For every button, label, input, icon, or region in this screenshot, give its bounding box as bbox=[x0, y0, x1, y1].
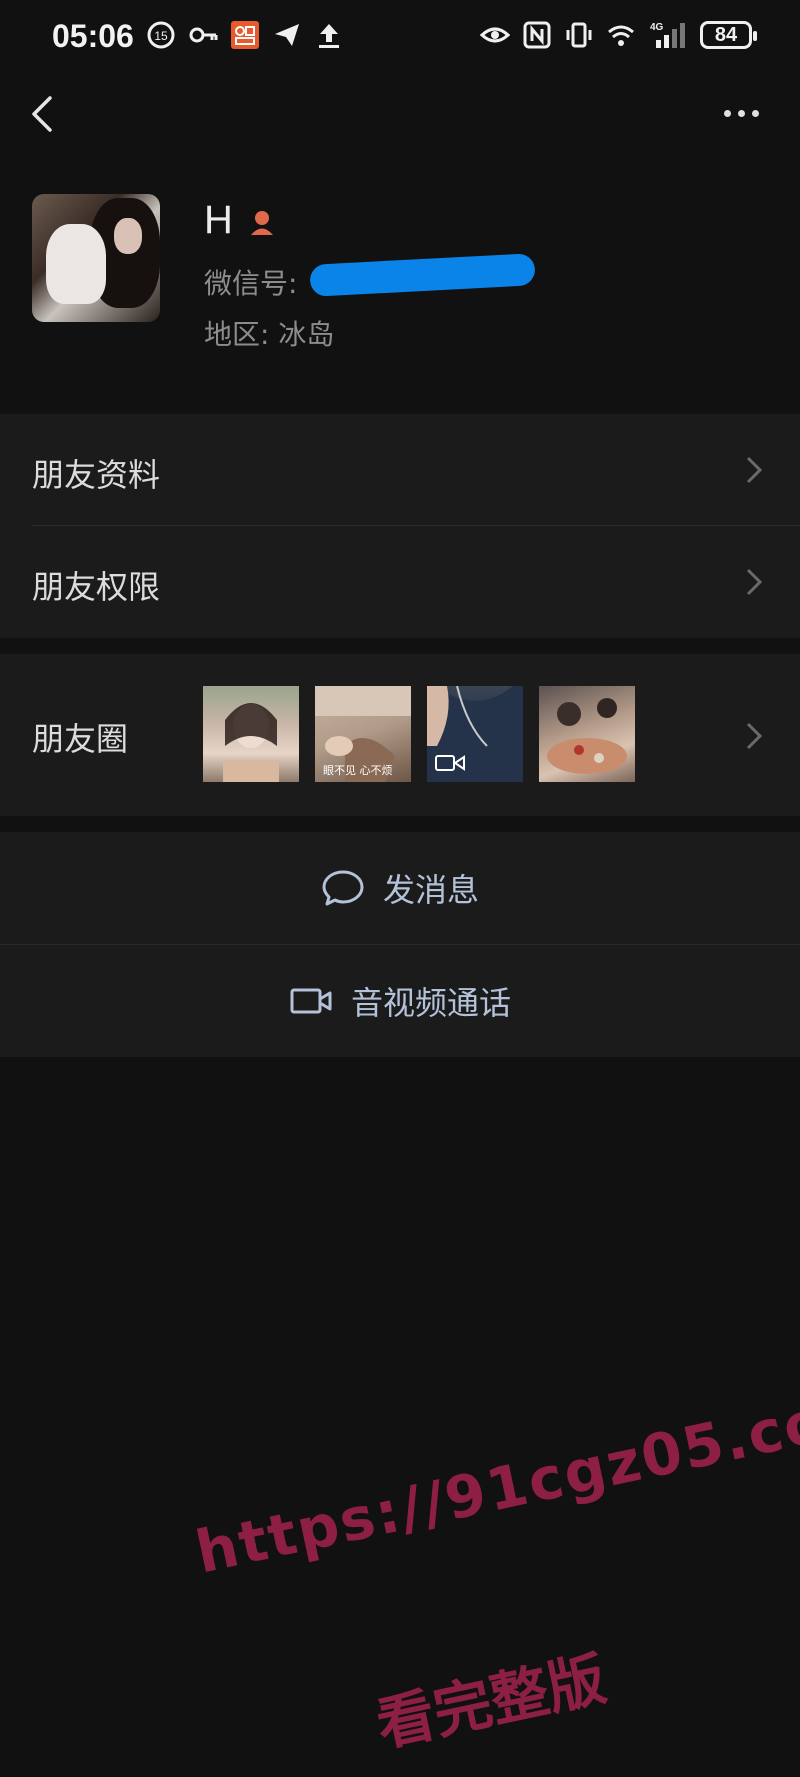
wifi-icon bbox=[608, 25, 634, 46]
send-icon bbox=[275, 24, 299, 46]
send-message-button[interactable]: 发消息 bbox=[0, 832, 800, 944]
avatar-face bbox=[114, 218, 142, 254]
status-time: 05:06 bbox=[52, 18, 134, 54]
actions-section: 发消息 音视频通话 bbox=[0, 832, 800, 1057]
chevron-right-icon bbox=[746, 568, 763, 596]
avatar-cat bbox=[46, 224, 106, 304]
friend-info-label: 朋友资料 bbox=[32, 456, 161, 494]
app-icon bbox=[231, 21, 259, 49]
moments-row[interactable]: 朋友圈 眼不见 心不烦 bbox=[0, 654, 800, 816]
status-right-icons: 4G 84 bbox=[480, 20, 757, 50]
info-section: 朋友资料 朋友权限 bbox=[0, 414, 800, 638]
nfc-icon bbox=[523, 21, 551, 49]
status-bar: 05:06 15 4G 84 bbox=[0, 0, 800, 78]
battery-level: 84 bbox=[714, 23, 738, 46]
tile-icon: 15 bbox=[147, 21, 175, 49]
friend-permissions-row[interactable]: 朋友权限 bbox=[0, 526, 800, 638]
chevron-right-icon bbox=[746, 456, 763, 484]
moment-thumbnail[interactable] bbox=[539, 686, 635, 782]
vibrate-icon bbox=[566, 22, 592, 48]
send-message-label: 发消息 bbox=[382, 871, 479, 909]
avatar[interactable] bbox=[32, 194, 160, 322]
moment-thumbnail[interactable] bbox=[427, 686, 523, 782]
chevron-right-icon bbox=[746, 722, 763, 750]
wechat-id-label: 微信号: bbox=[204, 267, 298, 300]
signal-icon: 4G bbox=[650, 22, 685, 48]
key-icon bbox=[189, 27, 218, 43]
network-type: 4G bbox=[650, 22, 664, 33]
region: 地区: 冰岛 bbox=[204, 318, 335, 351]
video-camera-icon bbox=[290, 988, 332, 1014]
chat-bubble-icon bbox=[322, 870, 364, 906]
dot-icon bbox=[737, 109, 745, 117]
video-icon bbox=[435, 755, 465, 771]
moment-thumbnail[interactable]: 眼不见 心不烦 bbox=[315, 686, 411, 782]
watermark-url: https://91cgz05.com bbox=[190, 1373, 800, 1587]
dot-icon bbox=[751, 109, 759, 117]
friend-permissions-label: 朋友权限 bbox=[32, 568, 161, 606]
eye-icon bbox=[480, 27, 510, 43]
back-button[interactable] bbox=[22, 92, 66, 136]
moment-caption: 眼不见 心不烦 bbox=[323, 764, 393, 777]
moments-thumbnails: 眼不见 心不烦 bbox=[203, 686, 635, 782]
contact-name: H bbox=[204, 198, 233, 242]
moments-section: 朋友圈 眼不见 心不烦 bbox=[0, 654, 800, 816]
moment-thumbnail[interactable] bbox=[203, 686, 299, 782]
upload-icon bbox=[319, 24, 339, 48]
redaction-mark bbox=[309, 253, 536, 297]
status-left-icons: 15 bbox=[146, 20, 344, 50]
friend-info-row[interactable]: 朋友资料 bbox=[0, 414, 800, 526]
svg-text:15: 15 bbox=[154, 29, 168, 43]
video-call-label: 音视频通话 bbox=[350, 984, 511, 1022]
more-options-button[interactable] bbox=[716, 98, 766, 128]
watermark-text: 看完整版 bbox=[370, 1644, 612, 1760]
moments-label: 朋友圈 bbox=[32, 720, 129, 758]
video-call-button[interactable]: 音视频通话 bbox=[0, 945, 800, 1057]
dot-icon bbox=[723, 109, 731, 117]
female-icon bbox=[251, 211, 273, 235]
profile-header: H 微信号: 地区: 冰岛 bbox=[0, 150, 800, 370]
top-bar bbox=[0, 78, 800, 150]
battery-indicator: 84 bbox=[700, 21, 757, 49]
